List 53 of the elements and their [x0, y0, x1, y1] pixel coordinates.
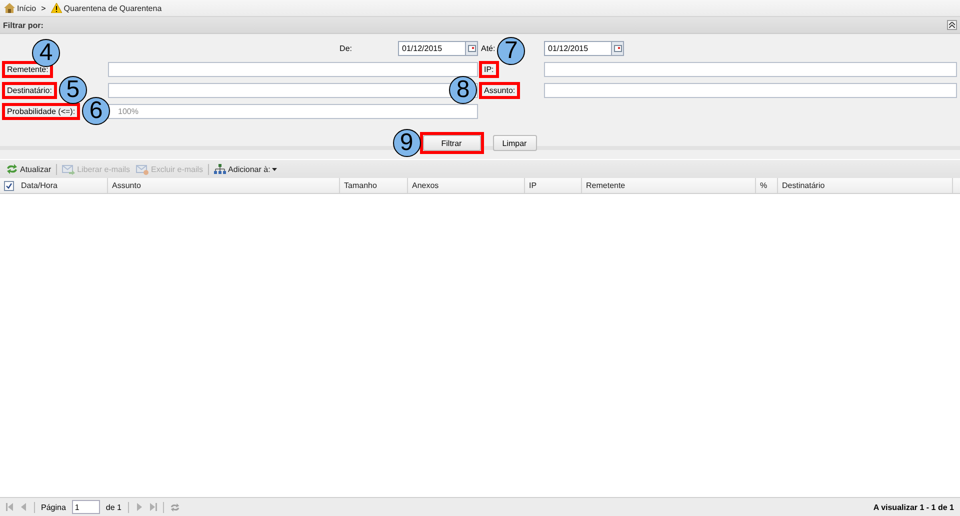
first-page-button[interactable]	[6, 503, 14, 511]
breadcrumb-link[interactable]: Início	[4, 3, 36, 13]
date-field[interactable]: 01/12/2015	[398, 40, 466, 56]
warning-icon	[50, 3, 62, 13]
pager-summary: A visualizar 1 - 1 de 1	[873, 502, 954, 512]
callout-number: 5	[58, 76, 87, 104]
calendar-icon	[468, 44, 476, 52]
field-label: Probabilidade (<=):	[2, 102, 80, 120]
column-header[interactable]: %	[756, 178, 778, 193]
text-field[interactable]	[108, 62, 478, 76]
toolbar-button[interactable]: Atualizar	[5, 164, 52, 174]
callout-number: 8	[449, 76, 477, 104]
breadcrumb-separator: >	[41, 4, 46, 12]
calendar-button[interactable]	[466, 40, 478, 56]
form-button[interactable]: Filtrar	[422, 135, 480, 151]
text-field[interactable]: 100%	[108, 104, 478, 118]
toolbar-button[interactable]: Adicionar à:	[213, 164, 278, 174]
page-label: Página	[41, 502, 66, 512]
text-field[interactable]	[544, 82, 957, 98]
callout-number: 7	[497, 37, 526, 65]
calendar-icon	[614, 44, 622, 52]
collapse-button[interactable]	[947, 20, 957, 30]
date-field[interactable]: 01/12/2015	[544, 40, 612, 56]
home-icon	[4, 3, 15, 13]
select-all-checkbox[interactable]	[4, 181, 14, 191]
column-header[interactable]: Destinatário	[778, 178, 953, 193]
calendar-button[interactable]	[612, 40, 624, 56]
page-field[interactable]: 1	[72, 500, 100, 514]
field-label: Até:	[481, 44, 496, 53]
field-label: Assunto:	[479, 82, 520, 98]
page-count: de 1	[106, 502, 122, 512]
refresh-icon	[6, 164, 18, 174]
callout-number: 9	[392, 129, 420, 157]
column-header[interactable]: Data/Hora	[17, 178, 108, 193]
panel-title: Filtrar por:	[3, 20, 44, 30]
field-label: IP:	[479, 60, 499, 78]
previous-page-button[interactable]	[20, 503, 28, 511]
next-page-button[interactable]	[134, 503, 142, 511]
text-field[interactable]	[544, 62, 957, 76]
column-header[interactable]: Remetente	[582, 178, 756, 193]
callout-number: 4	[32, 38, 60, 66]
breadcrumb-link[interactable]: Quarentena de Quarentena	[50, 3, 162, 13]
callout-number: 6	[82, 96, 110, 124]
column-header[interactable]: Tamanho	[340, 178, 408, 193]
field-label: De:	[340, 44, 352, 52]
field-label: Destinatário:	[2, 82, 57, 98]
column-header[interactable]: IP	[525, 178, 582, 193]
refresh-button[interactable]	[170, 502, 180, 512]
last-page-button[interactable]	[148, 503, 156, 511]
hierarchy-icon	[214, 164, 226, 174]
form-button[interactable]: Limpar	[492, 135, 536, 151]
column-header[interactable]: Anexos	[408, 178, 525, 193]
column-header[interactable]: Assunto	[108, 178, 340, 193]
